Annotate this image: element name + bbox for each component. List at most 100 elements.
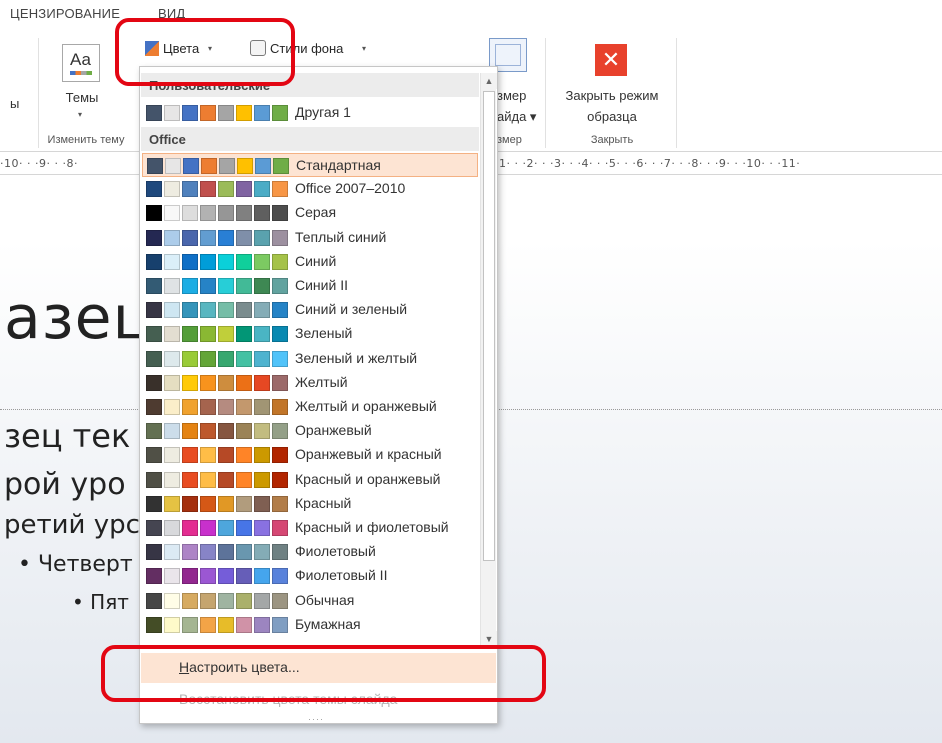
color-swatch	[272, 568, 288, 585]
color-scheme-item[interactable]: Бумажная	[142, 613, 478, 637]
color-swatch	[182, 350, 198, 367]
color-scheme-item[interactable]: Красный и оранжевый	[142, 468, 478, 492]
color-swatch	[254, 616, 270, 633]
color-swatch	[164, 495, 180, 512]
color-scheme-name: Синий и зеленый	[295, 301, 408, 318]
color-swatch	[254, 326, 270, 343]
color-swatch	[254, 278, 270, 294]
color-swatch	[182, 399, 198, 415]
color-swatch	[146, 278, 162, 294]
color-scheme-item[interactable]: Синий и зеленый	[142, 298, 478, 322]
color-swatch	[200, 471, 216, 488]
dropdown-scrollbar[interactable]: ▲ ▼	[480, 73, 497, 647]
color-swatch	[218, 326, 234, 343]
color-scheme-item[interactable]: Фиолетовый II	[142, 564, 478, 588]
color-swatch	[164, 374, 180, 391]
color-swatch	[272, 105, 288, 121]
color-scheme-item[interactable]: Оранжевый и красный	[142, 443, 478, 467]
color-swatch	[254, 105, 270, 121]
color-swatch	[236, 105, 252, 121]
color-swatch	[236, 423, 252, 440]
color-scheme-item[interactable]: Синий	[142, 250, 478, 274]
color-swatch	[146, 399, 162, 415]
color-swatch	[218, 350, 234, 367]
color-scheme-item[interactable]: Желтый и оранжевый	[142, 395, 478, 419]
color-scheme-item[interactable]: Желтый	[142, 371, 478, 395]
color-swatch-strip	[146, 229, 290, 246]
slide-title-text[interactable]: азец	[4, 283, 154, 353]
color-scheme-name: Другая 1	[295, 104, 351, 120]
color-scheme-item[interactable]: Синий II	[142, 274, 478, 298]
color-swatch-strip	[146, 350, 290, 367]
color-swatch	[165, 158, 181, 174]
scroll-up-icon[interactable]: ▲	[481, 73, 497, 89]
color-swatch	[146, 181, 162, 198]
color-swatch	[182, 616, 198, 633]
ribbon-left-fragment[interactable]: ы	[10, 96, 19, 111]
slide-body-line-4[interactable]: • Четверт	[18, 552, 133, 577]
scrollbar-thumb[interactable]	[483, 91, 495, 561]
color-scheme-item[interactable]: Другая 1	[142, 101, 478, 125]
color-swatch-strip	[146, 495, 290, 512]
group-label-edit-theme: Изменить тему	[47, 134, 125, 146]
color-swatch	[201, 158, 217, 174]
color-scheme-item[interactable]: Office 2007–2010	[142, 177, 478, 201]
resize-grip-icon[interactable]: ····	[308, 714, 324, 723]
color-scheme-name: Теплый синий	[295, 228, 387, 245]
color-scheme-item[interactable]: Серая	[142, 201, 478, 225]
color-scheme-item[interactable]: Зеленый	[142, 322, 478, 346]
color-swatch	[272, 399, 288, 415]
color-swatch	[164, 229, 180, 246]
slide-body-line-3[interactable]: ретий урс	[4, 510, 140, 540]
color-scheme-item[interactable]: Фиолетовый	[142, 540, 478, 564]
color-scheme-item[interactable]: Красный	[142, 492, 478, 516]
themes-color-bar	[70, 71, 92, 75]
close-master-label-2: образца	[587, 109, 637, 124]
color-swatch	[254, 520, 270, 536]
color-scheme-name: Бумажная	[295, 615, 361, 632]
color-swatch-strip	[146, 520, 290, 536]
color-swatch-strip	[146, 592, 290, 609]
color-scheme-name: Фиолетовый II	[295, 567, 388, 584]
color-swatch	[164, 326, 180, 343]
color-swatch	[182, 592, 198, 609]
color-swatch	[272, 495, 288, 512]
slide-body-line-1[interactable]: зец тек	[4, 417, 130, 455]
themes-icon: Аа	[62, 44, 100, 82]
color-swatch	[254, 229, 270, 246]
slide-body-line-2[interactable]: рой уро	[4, 467, 126, 502]
color-swatch-strip	[146, 302, 290, 319]
color-scheme-item[interactable]: Обычная	[142, 589, 478, 613]
chevron-down-icon: ▾	[78, 110, 83, 119]
color-scheme-item[interactable]: Зеленый и желтый	[142, 347, 478, 371]
color-swatch	[146, 374, 162, 391]
color-swatch-strip	[146, 278, 290, 294]
color-swatch	[146, 350, 162, 367]
color-swatch	[218, 495, 234, 512]
color-swatch	[146, 253, 162, 270]
color-swatch	[273, 158, 289, 174]
color-swatch	[272, 592, 288, 609]
color-swatch	[236, 616, 252, 633]
color-swatch	[218, 447, 234, 464]
color-scheme-item[interactable]: Оранжевый	[142, 419, 478, 443]
color-swatch	[272, 229, 288, 246]
color-swatch	[272, 181, 288, 198]
color-scheme-name: Желтый	[295, 373, 348, 390]
color-swatch	[236, 568, 252, 585]
color-swatch	[200, 105, 216, 121]
slide-body-line-5[interactable]: • Пят	[72, 590, 129, 614]
color-swatch	[218, 592, 234, 609]
color-swatch	[218, 568, 234, 585]
color-scheme-item[interactable]: Теплый синий	[142, 226, 478, 250]
color-swatch	[272, 302, 288, 319]
color-swatch	[272, 471, 288, 488]
color-swatch	[236, 544, 252, 561]
close-icon: ✕	[595, 44, 627, 76]
color-swatch	[146, 544, 162, 561]
color-scheme-item[interactable]: Стандартная	[142, 153, 478, 177]
tab-licensing[interactable]: ЦЕНЗИРОВАНИЕ	[10, 6, 120, 21]
color-scheme-item[interactable]: Красный и фиолетовый	[142, 516, 478, 540]
color-swatch	[272, 278, 288, 294]
color-swatch-strip	[146, 326, 290, 343]
